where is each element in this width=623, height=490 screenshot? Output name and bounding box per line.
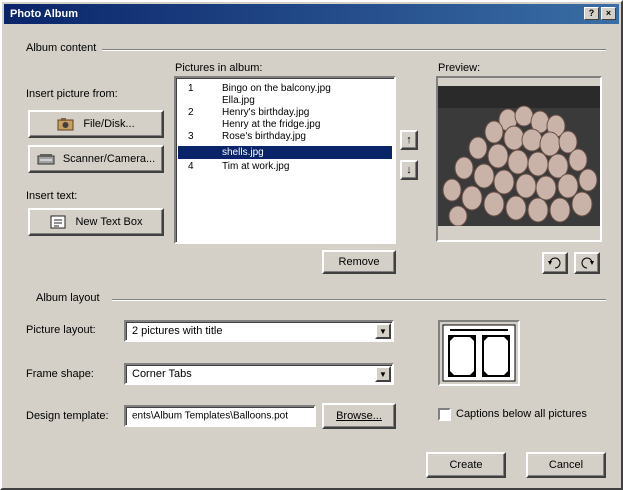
insert-picture-label: Insert picture from: xyxy=(26,88,118,100)
remove-button[interactable]: Remove xyxy=(322,250,396,274)
corner-tabs-preview xyxy=(442,324,516,382)
camera-folder-icon xyxy=(57,116,75,132)
captions-checkbox[interactable] xyxy=(438,408,451,421)
scanner-camera-button-label: Scanner/Camera... xyxy=(62,153,156,165)
list-item[interactable]: 3 Rose's birthday.jpg xyxy=(178,130,392,143)
frame-shape-select[interactable]: Corner Tabs ▼ xyxy=(124,363,394,385)
preview-pane xyxy=(436,76,602,242)
rotate-right-button[interactable] xyxy=(574,252,600,274)
create-button[interactable]: Create xyxy=(426,452,506,478)
design-template-value: ents\Album Templates\Balloons.pot xyxy=(132,410,289,422)
window-title: Photo Album xyxy=(10,8,79,20)
rotate-left-icon xyxy=(548,257,561,269)
pictures-in-album-label: Pictures in album: xyxy=(175,62,263,74)
chevron-down-icon[interactable]: ▼ xyxy=(375,366,391,382)
album-layout-group-label: Album layout xyxy=(36,292,100,304)
move-up-button[interactable]: ↑ xyxy=(400,130,418,150)
file-disk-button-label: File/Disk... xyxy=(83,118,135,130)
layout-preview xyxy=(438,320,520,386)
frame-shape-label: Frame shape: xyxy=(26,368,94,380)
text-box-icon xyxy=(49,214,67,230)
scanner-camera-button[interactable]: Scanner/Camera... xyxy=(28,145,164,173)
help-button[interactable]: ? xyxy=(584,7,599,20)
frame-shape-value: Corner Tabs xyxy=(132,368,192,380)
design-template-label: Design template: xyxy=(26,410,109,422)
rotate-right-icon xyxy=(581,257,594,269)
album-layout-divider xyxy=(112,299,606,301)
list-item[interactable]: 4 Tim at work.jpg xyxy=(178,160,392,173)
picture-name: Rose's birthday.jpg xyxy=(222,131,306,142)
scanner-icon xyxy=(37,151,55,167)
picture-name: shells.jpg xyxy=(222,147,264,158)
list-item-selected[interactable]: shells.jpg xyxy=(178,146,392,159)
picture-layout-value: 2 pictures with title xyxy=(132,325,223,337)
picture-name: Tim at work.jpg xyxy=(222,161,290,172)
picture-layout-label: Picture layout: xyxy=(26,324,96,336)
preview-label: Preview: xyxy=(438,62,481,74)
chevron-down-icon[interactable]: ▼ xyxy=(375,323,391,339)
insert-text-label: Insert text: xyxy=(26,190,78,202)
picture-layout-select[interactable]: 2 pictures with title ▼ xyxy=(124,320,394,342)
new-text-box-button[interactable]: New Text Box xyxy=(28,208,164,236)
move-down-button[interactable]: ↓ xyxy=(400,160,418,180)
design-template-input[interactable]: ents\Album Templates\Balloons.pot xyxy=(124,405,316,427)
browse-button-label: Browse... xyxy=(336,410,382,422)
album-content-group-label: Album content xyxy=(26,42,97,54)
preview-image xyxy=(438,86,600,226)
new-text-box-button-label: New Text Box xyxy=(75,216,143,228)
title-bar: Photo Album ? × xyxy=(4,4,619,24)
rotate-left-button[interactable] xyxy=(542,252,568,274)
browse-button[interactable]: Browse... xyxy=(322,403,396,429)
pictures-list[interactable]: 1 Bingo on the balcony.jpg Ella.jpg 2 He… xyxy=(174,76,396,244)
close-button[interactable]: × xyxy=(601,7,616,20)
captions-label: Captions below all pictures xyxy=(456,408,587,420)
album-content-divider xyxy=(102,49,606,51)
cancel-button[interactable]: Cancel xyxy=(526,452,606,478)
photo-album-dialog: Photo Album ? × Album content Insert pic… xyxy=(0,0,623,490)
file-disk-button[interactable]: File/Disk... xyxy=(28,110,164,138)
